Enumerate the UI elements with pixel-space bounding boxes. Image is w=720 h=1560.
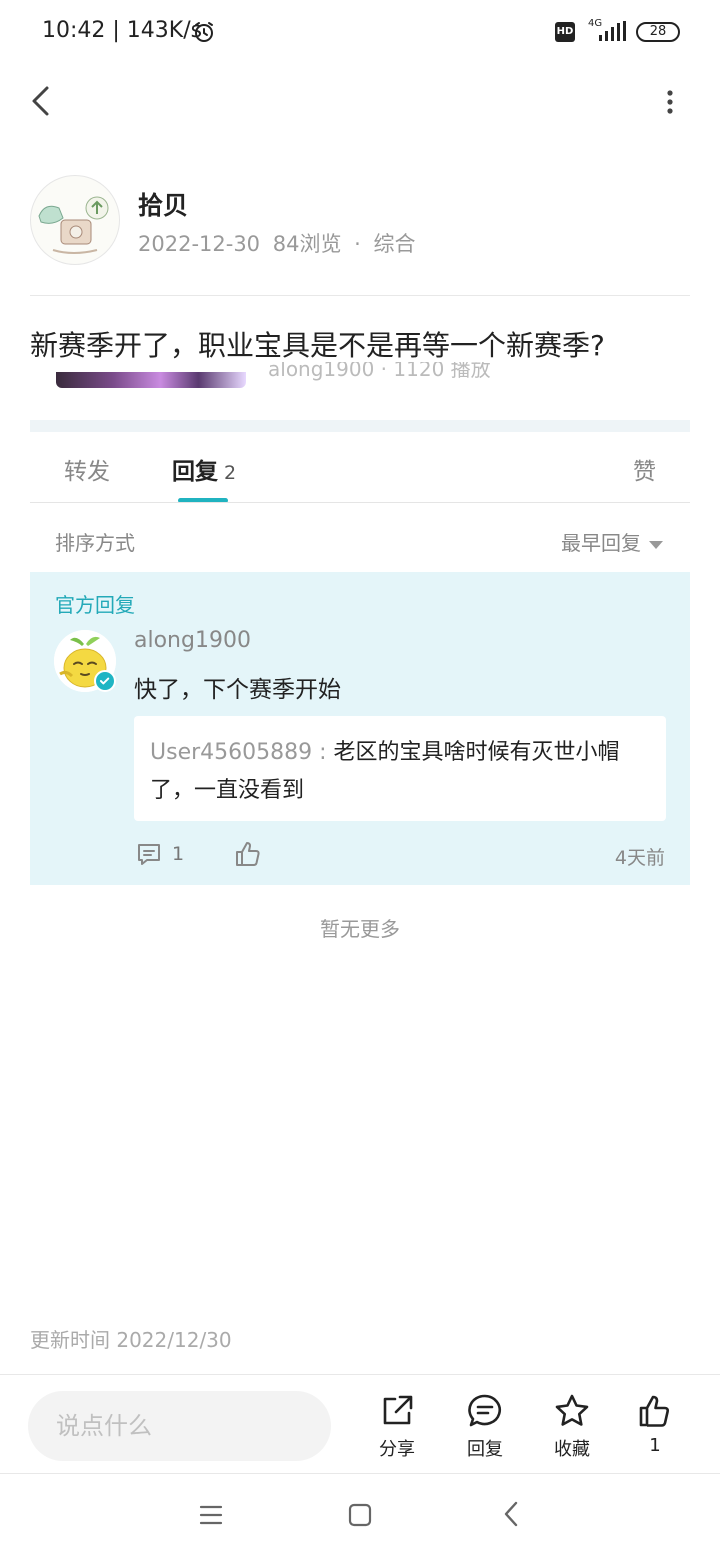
favorite-button[interactable]: 收藏 [537, 1393, 607, 1461]
status-time: 10:42 | 143K/s [42, 18, 203, 43]
share-label: 分享 [379, 1439, 415, 1460]
comment-input[interactable] [28, 1391, 331, 1461]
tab-like[interactable]: 赞 [633, 452, 656, 486]
post-views: 84浏览 [272, 232, 342, 256]
reply-bubble-icon [468, 1394, 501, 1427]
back-icon[interactable] [26, 84, 60, 118]
tab-forward[interactable]: 转发 [64, 452, 110, 486]
caret-down-icon [649, 540, 663, 549]
verified-badge-icon [94, 670, 116, 692]
video-caption-partial: along1900 · 1120 播放 [268, 362, 491, 381]
post-date: 2022-12-30 [138, 232, 261, 256]
tab-reply[interactable]: 回复 2 [172, 452, 236, 486]
post-category[interactable]: 综合 [374, 232, 416, 256]
post-meta: 2022-12-30 84浏览 · 综合 [138, 228, 422, 258]
reply-text: 快了，下个赛季开始 [134, 677, 341, 703]
battery-indicator: 28 [636, 22, 680, 42]
post-title: 新赛季开了，职业宝具是不是再等一个新赛季? [30, 329, 605, 362]
more-options-icon[interactable] [660, 88, 680, 116]
star-icon [555, 1394, 589, 1426]
reply-label: 回复 [467, 1439, 503, 1460]
quoted-comment[interactable]: User45605889 : 老区的宝具啥时候有灭世小帽了，一直没看到 [134, 716, 666, 821]
sort-dropdown[interactable]: 最早回复 [561, 527, 663, 556]
official-reply-card[interactable]: 官方回复 along1900 快了，下个赛季开始 User45605889 : … [30, 572, 690, 885]
like-count: 1 [649, 1435, 661, 1456]
section-separator [30, 420, 690, 432]
official-reply-label: 官方回复 [55, 593, 135, 617]
bottom-action-bar: 分享 回复 收藏 1 [0, 1374, 720, 1474]
share-icon [383, 1395, 413, 1425]
favorite-label: 收藏 [554, 1439, 590, 1460]
author-avatar[interactable] [30, 175, 120, 265]
reply-comment-count: 1 [172, 843, 185, 865]
hd-badge: HD [555, 22, 575, 42]
menu-icon[interactable] [199, 1504, 223, 1526]
share-button[interactable]: 分享 [362, 1393, 432, 1461]
tab-reply-label: 回复 [172, 459, 218, 485]
tabs-divider [30, 502, 690, 503]
nav-back-icon[interactable] [500, 1500, 522, 1528]
reply-username[interactable]: along1900 [134, 628, 251, 653]
video-thumbnail-partial[interactable] [56, 372, 246, 388]
home-square-icon[interactable] [348, 1503, 372, 1527]
like-button[interactable]: 1 [620, 1393, 690, 1456]
author-avatar-illustration [38, 196, 109, 254]
author-name[interactable]: 拾贝 [138, 186, 188, 222]
sort-selected: 最早回复 [561, 531, 641, 555]
meta-separator: · [354, 232, 361, 256]
signal-icon [599, 21, 626, 41]
no-more-text: 暂无更多 [320, 917, 400, 941]
system-navigation-bar [0, 1476, 720, 1560]
thumbs-up-icon [639, 1395, 669, 1427]
divider [30, 295, 690, 296]
reply-time: 4天前 [614, 847, 665, 869]
sort-label: 排序方式 [55, 531, 135, 555]
quoted-username: User45605889 : [150, 740, 334, 765]
comment-icon[interactable] [136, 842, 162, 868]
tab-reply-count: 2 [224, 462, 237, 484]
thumbs-up-icon[interactable] [234, 840, 262, 868]
update-time: 更新时间 2022/12/30 [30, 1328, 232, 1352]
reply-button[interactable]: 回复 [450, 1393, 520, 1461]
status-bar: 10:42 | 143K/s HD 4G 28 [0, 0, 720, 64]
alarm-icon [195, 22, 213, 42]
